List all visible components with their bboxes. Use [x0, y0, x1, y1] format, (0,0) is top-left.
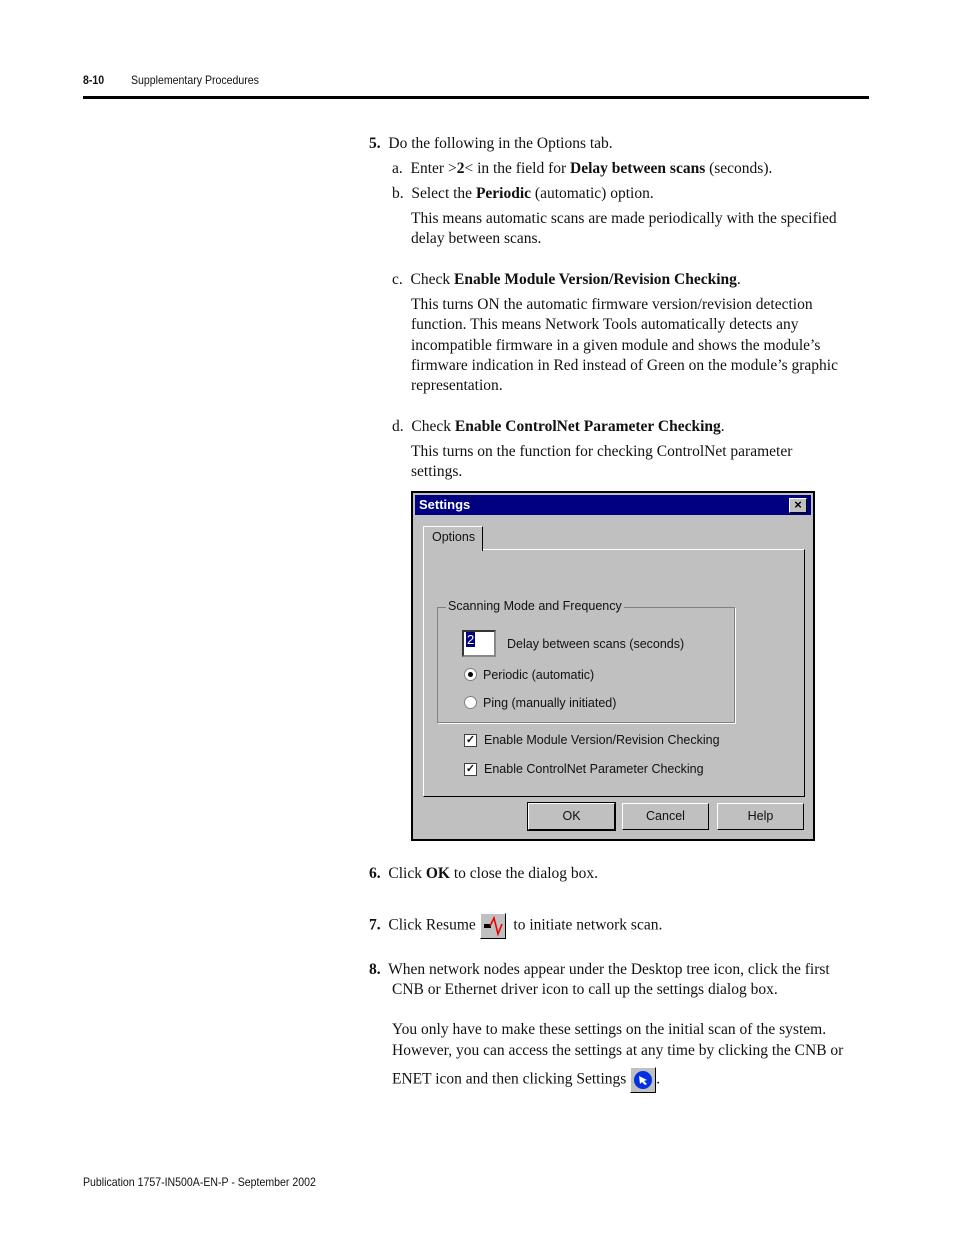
- help-button[interactable]: Help: [717, 803, 804, 830]
- ok-button[interactable]: OK: [527, 802, 616, 831]
- step-8-cont: CNB or Ethernet driver icon to call up t…: [392, 981, 778, 998]
- section-title: Supplementary Procedures: [131, 73, 259, 87]
- resume-scan-icon[interactable]: [479, 913, 506, 939]
- para: You only have to make these settings on …: [392, 1021, 827, 1038]
- note: incompatible firmware in a given module …: [411, 337, 821, 354]
- step-6: 6. Click OK to close the dialog box.: [369, 865, 599, 882]
- radio-periodic[interactable]: [464, 668, 477, 681]
- step-8: 8. When network nodes appear under the D…: [369, 961, 830, 978]
- checkbox-version[interactable]: ✓: [464, 734, 477, 747]
- note: settings.: [411, 463, 463, 480]
- scanning-group: Scanning Mode and Frequency 2 Delay betw…: [437, 599, 735, 723]
- note: representation.: [411, 377, 503, 394]
- ping-label: Ping (manually initiated): [483, 696, 617, 710]
- group-label: Scanning Mode and Frequency: [446, 599, 624, 613]
- checkbox-param[interactable]: ✓: [464, 763, 477, 776]
- page-number: 8-10: [83, 73, 105, 87]
- step-5d: d. Check Enable ControlNet Parameter Che…: [392, 418, 725, 435]
- delay-label: Delay between scans (seconds): [507, 637, 685, 651]
- step-5c: c. Check Enable Module Version/Revision …: [392, 271, 741, 288]
- note: This turns ON the automatic firmware ver…: [411, 296, 813, 313]
- periodic-label: Periodic (automatic): [483, 668, 595, 682]
- step-7: 7. Click Resume to initiate network scan…: [369, 913, 662, 939]
- step-5: 5. Do the following in the Options tab.: [369, 135, 613, 152]
- settings-dialog: Settings × Options Scanning Mode and Fre…: [411, 491, 815, 841]
- tab-options[interactable]: Options: [423, 526, 483, 551]
- dialog-title-bar: Settings ×: [415, 495, 811, 515]
- dialog-title: Settings: [419, 497, 471, 512]
- note: firmware indication in Red instead of Gr…: [411, 357, 838, 374]
- close-icon[interactable]: ×: [789, 498, 807, 513]
- step-5b: b. Select the Periodic (automatic) optio…: [392, 185, 654, 202]
- note: This turns on the function for checking …: [411, 443, 793, 460]
- options-panel: Scanning Mode and Frequency 2 Delay betw…: [423, 549, 805, 797]
- version-label: Enable Module Version/Revision Checking: [484, 733, 720, 747]
- cancel-button[interactable]: Cancel: [622, 803, 709, 830]
- radio-ping[interactable]: [464, 696, 477, 709]
- settings-icon[interactable]: [630, 1067, 657, 1093]
- para: ENET icon and then clicking Settings .: [392, 1067, 660, 1093]
- para: However, you can access the settings at …: [392, 1042, 844, 1059]
- note: function. This means Network Tools autom…: [411, 316, 799, 333]
- header-rule: [83, 96, 869, 99]
- delay-input[interactable]: 2: [462, 630, 496, 657]
- footer: Publication 1757-IN500A-EN-P - September…: [83, 1175, 316, 1189]
- step-5a: a. Enter >2< in the field for Delay betw…: [392, 160, 773, 177]
- note: This means automatic scans are made peri…: [411, 210, 837, 227]
- note: delay between scans.: [411, 230, 542, 247]
- param-label: Enable ControlNet Parameter Checking: [484, 762, 704, 776]
